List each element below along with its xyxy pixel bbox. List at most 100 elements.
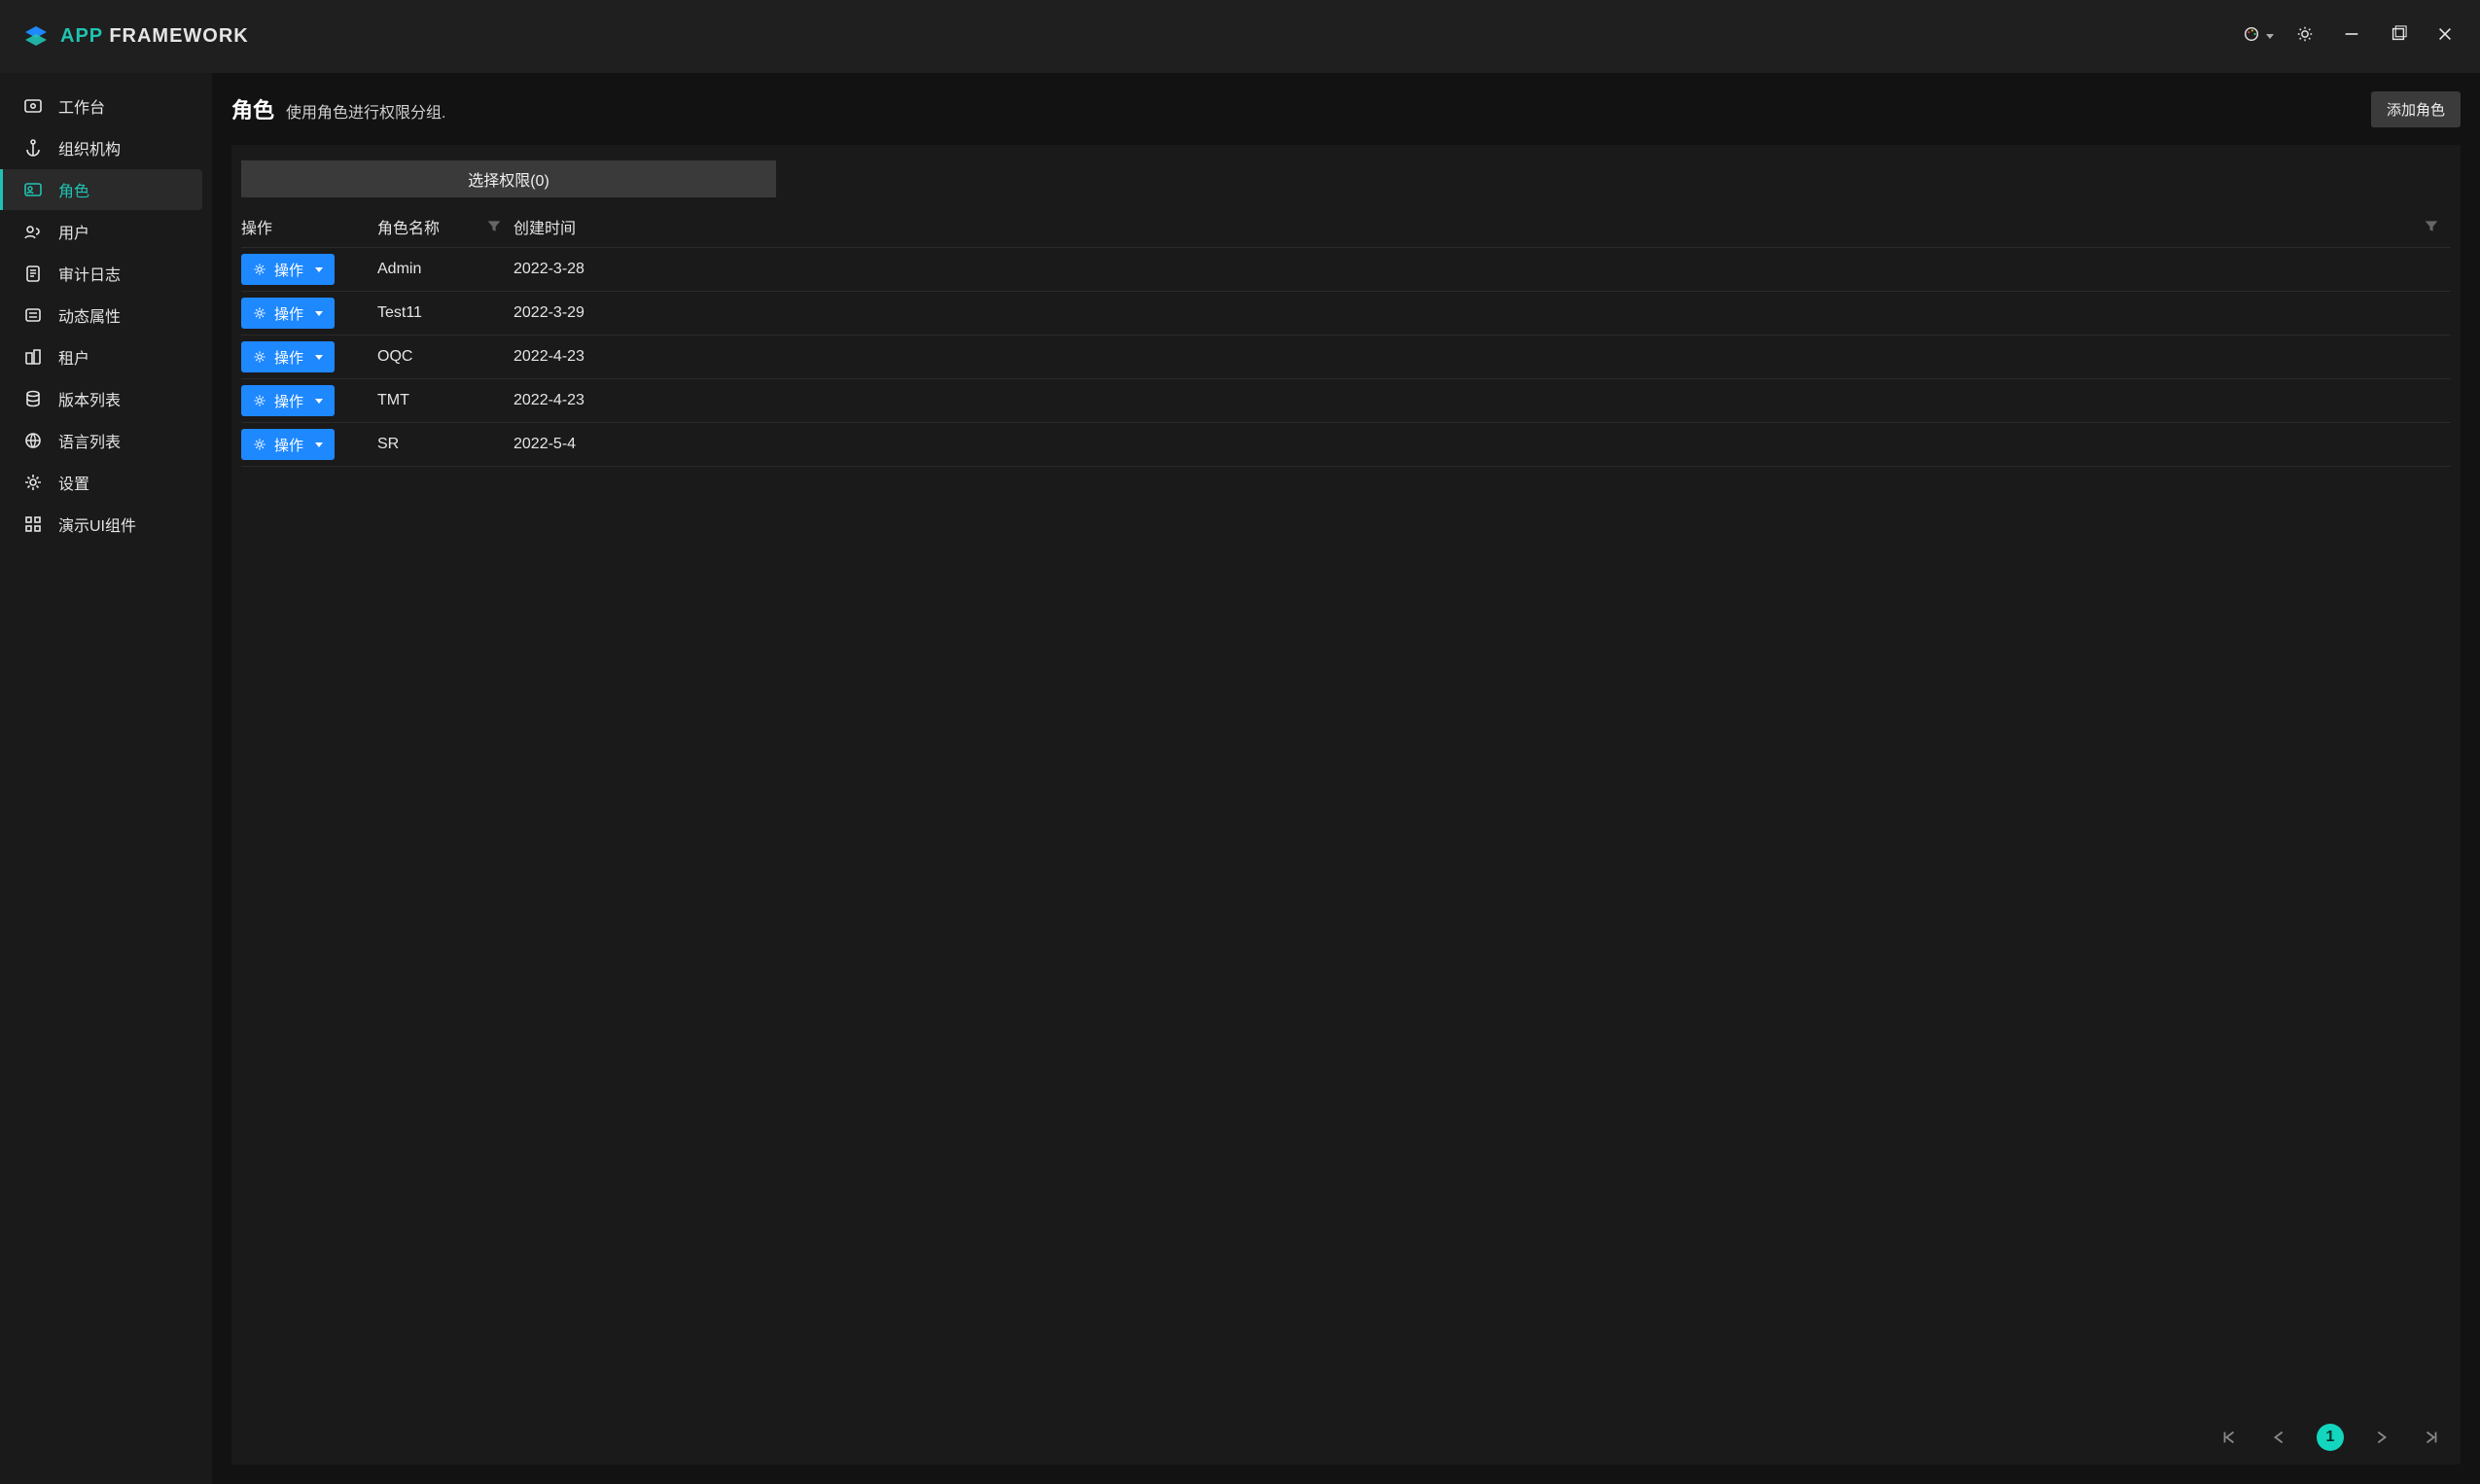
list-icon (23, 305, 43, 325)
sidebar-item-label: 审计日志 (58, 262, 121, 285)
row-action-label: 操作 (274, 391, 303, 411)
permission-filter-dropdown[interactable]: 选择权限(0) (241, 160, 776, 197)
chevron-down-icon (315, 355, 323, 360)
pager-current-page[interactable]: 1 (2317, 1424, 2344, 1451)
theme-toggle-button[interactable] (2293, 25, 2317, 49)
panel: 选择权限(0) 操作 角色名称 创建时间 操作Admin2022-3-2 (231, 145, 2461, 1465)
pagination: 1 (231, 1410, 2461, 1465)
row-action-label: 操作 (274, 435, 303, 455)
users-icon (23, 222, 43, 241)
database-icon (23, 389, 43, 408)
palette-icon (2243, 25, 2260, 48)
sidebar-item-demo[interactable]: 演示UI组件 (0, 504, 202, 545)
brand-accent-text: APP (60, 25, 103, 47)
row-action-button[interactable]: 操作 (241, 298, 335, 329)
page-title: 角色 (231, 93, 274, 124)
chevron-down-icon (315, 267, 323, 272)
row-action-button[interactable]: 操作 (241, 429, 335, 460)
sidebar-item-label: 工作台 (58, 94, 105, 118)
table-row: 操作OQC2022-4-23 (241, 336, 2451, 379)
table-row: 操作 TMT2022-4-23 (241, 379, 2451, 423)
sidebar-item-label: 组织机构 (58, 136, 121, 159)
sidebar-item-settings[interactable]: 设置 (0, 462, 202, 503)
pager-last-button[interactable] (2418, 1424, 2445, 1451)
table-row: 操作 Test112022-3-29 (241, 292, 2451, 336)
gear-icon (253, 306, 266, 320)
pager-prev-button[interactable] (2266, 1424, 2293, 1451)
page-subtitle: 使用角色进行权限分组. (286, 99, 445, 123)
row-action-label: 操作 (274, 303, 303, 324)
close-icon (2436, 25, 2454, 48)
gear-icon (253, 438, 266, 451)
sidebar-item-versions[interactable]: 版本列表 (0, 378, 202, 419)
titlebar-controls (2247, 25, 2457, 49)
cell-created: 2022-5-4 (514, 436, 2451, 453)
language-button[interactable] (2247, 25, 2270, 49)
cell-created: 2022-4-23 (514, 392, 2451, 409)
row-action-label: 操作 (274, 347, 303, 368)
cell-role-name: Test11 (377, 304, 514, 322)
grid-icon (23, 514, 43, 534)
sidebar-item-languages[interactable]: 语言列表 (0, 420, 202, 461)
window-minimize-button[interactable] (2340, 25, 2363, 49)
role-table: 操作 角色名称 创建时间 操作Admin2022-3-28操作Test11202… (241, 205, 2451, 1406)
sidebar-item-label: 演示UI组件 (58, 512, 136, 536)
pager-first-button[interactable] (2215, 1424, 2243, 1451)
sidebar-item-label: 设置 (58, 471, 89, 494)
sidebar-item-audit[interactable]: 审计日志 (0, 253, 202, 294)
sidebar-item-label: 用户 (58, 220, 89, 243)
brand: APP FRAMEWORK (23, 24, 249, 50)
chevron-down-icon (2266, 34, 2274, 39)
sun-icon (2296, 25, 2314, 48)
chevron-down-icon (315, 442, 323, 447)
sidebar-item-label: 动态属性 (58, 303, 121, 327)
table-row: 操作Admin2022-3-28 (241, 248, 2451, 292)
cell-created: 2022-3-29 (514, 304, 2451, 322)
dashboard-icon (23, 96, 43, 116)
row-action-button[interactable]: 操作 (241, 385, 335, 416)
sidebar-item-label: 租户 (58, 345, 89, 369)
sidebar-item-label: 角色 (58, 178, 89, 201)
cell-role-name: Admin (377, 261, 514, 278)
sidebar-item-users[interactable]: 用户 (0, 211, 202, 252)
column-name-header: 角色名称 (377, 215, 514, 238)
column-name-label: 角色名称 (377, 215, 440, 238)
sidebar-item-label: 语言列表 (58, 429, 121, 452)
filter-created-icon[interactable] (2424, 219, 2439, 234)
sidebar-item-tenants[interactable]: 租户 (0, 336, 202, 377)
cell-role-name: OQC (377, 348, 514, 366)
window-close-button[interactable] (2433, 25, 2457, 49)
row-action-button[interactable]: 操作 (241, 254, 335, 285)
column-created-label: 创建时间 (514, 215, 576, 238)
column-created-header: 创建时间 (514, 215, 2451, 238)
brand-logo-icon (23, 24, 49, 50)
sidebar-item-org[interactable]: 组织机构 (0, 127, 202, 168)
chevron-down-icon (315, 399, 323, 404)
brand-rest-text: FRAMEWORK (109, 25, 248, 47)
table-row: 操作 SR2022-5-4 (241, 423, 2451, 467)
sidebar-item-dynprops[interactable]: 动态属性 (0, 295, 202, 336)
add-role-button[interactable]: 添加角色 (2371, 91, 2461, 127)
cell-role-name: TMT (377, 392, 514, 409)
cell-role-name: SR (377, 436, 514, 453)
row-action-button[interactable]: 操作 (241, 341, 335, 372)
titlebar: APP FRAMEWORK (0, 0, 2480, 73)
row-action-label: 操作 (274, 260, 303, 280)
chevron-down-icon (315, 311, 323, 316)
id-card-icon (23, 180, 43, 199)
sidebar-item-roles[interactable]: 角色 (0, 169, 202, 210)
window-maximize-button[interactable] (2387, 25, 2410, 49)
buildings-icon (23, 347, 43, 367)
sidebar-item-dashboard[interactable]: 工作台 (0, 86, 202, 126)
pager-next-button[interactable] (2367, 1424, 2394, 1451)
filter-name-icon[interactable] (486, 219, 502, 234)
gear-icon (23, 473, 43, 492)
content-header: 角色 使用角色进行权限分组. 添加角色 (212, 73, 2480, 145)
gear-icon (253, 394, 266, 407)
minimize-icon (2343, 25, 2360, 48)
table-header-row: 操作 角色名称 创建时间 (241, 205, 2451, 248)
gear-icon (253, 263, 266, 276)
anchor-icon (23, 138, 43, 158)
sidebar: 工作台组织机构角色用户审计日志动态属性租户版本列表语言列表设置演示UI组件 (0, 73, 212, 1484)
maximize-icon (2390, 25, 2407, 48)
